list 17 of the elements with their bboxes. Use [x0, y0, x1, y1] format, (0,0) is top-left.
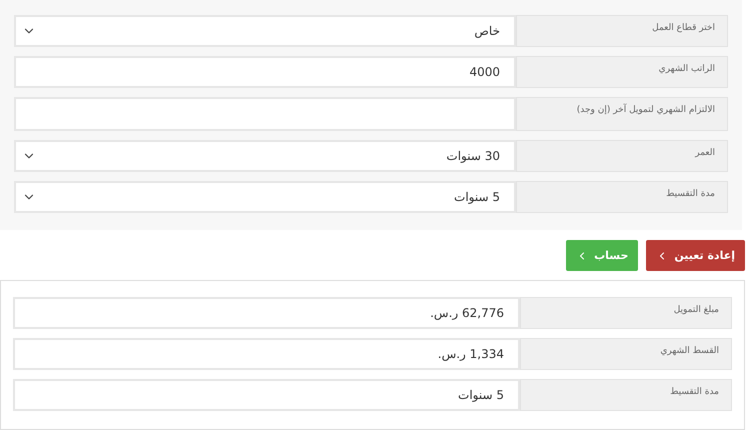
field-label: الالتزام الشهري لتمويل آخر (إن وجد): [516, 97, 728, 131]
select-field[interactable]: 30 سنوات: [14, 140, 516, 172]
input-field[interactable]: [14, 97, 516, 131]
select-field[interactable]: خاص: [14, 15, 516, 47]
result-field: 5 سنوات: [13, 379, 520, 411]
result-label: القسط الشهري: [520, 338, 732, 370]
field-label: الراتب الشهري: [516, 56, 728, 88]
result-label: مدة التقسيط: [520, 379, 732, 411]
result-field: 62,776 ر.س.: [13, 297, 520, 329]
result-field: 1,334 ر.س.: [13, 338, 520, 370]
reset-button[interactable]: إعادة تعيين: [646, 240, 745, 271]
field-label: العمر: [516, 140, 728, 172]
select-field[interactable]: 5 سنوات: [14, 181, 516, 213]
field-label: اختر قطاع العمل: [516, 15, 728, 47]
input-field[interactable]: 4000: [14, 56, 516, 88]
field-label: مدة التقسيط: [516, 181, 728, 213]
result-label: مبلغ التمويل: [520, 297, 732, 329]
